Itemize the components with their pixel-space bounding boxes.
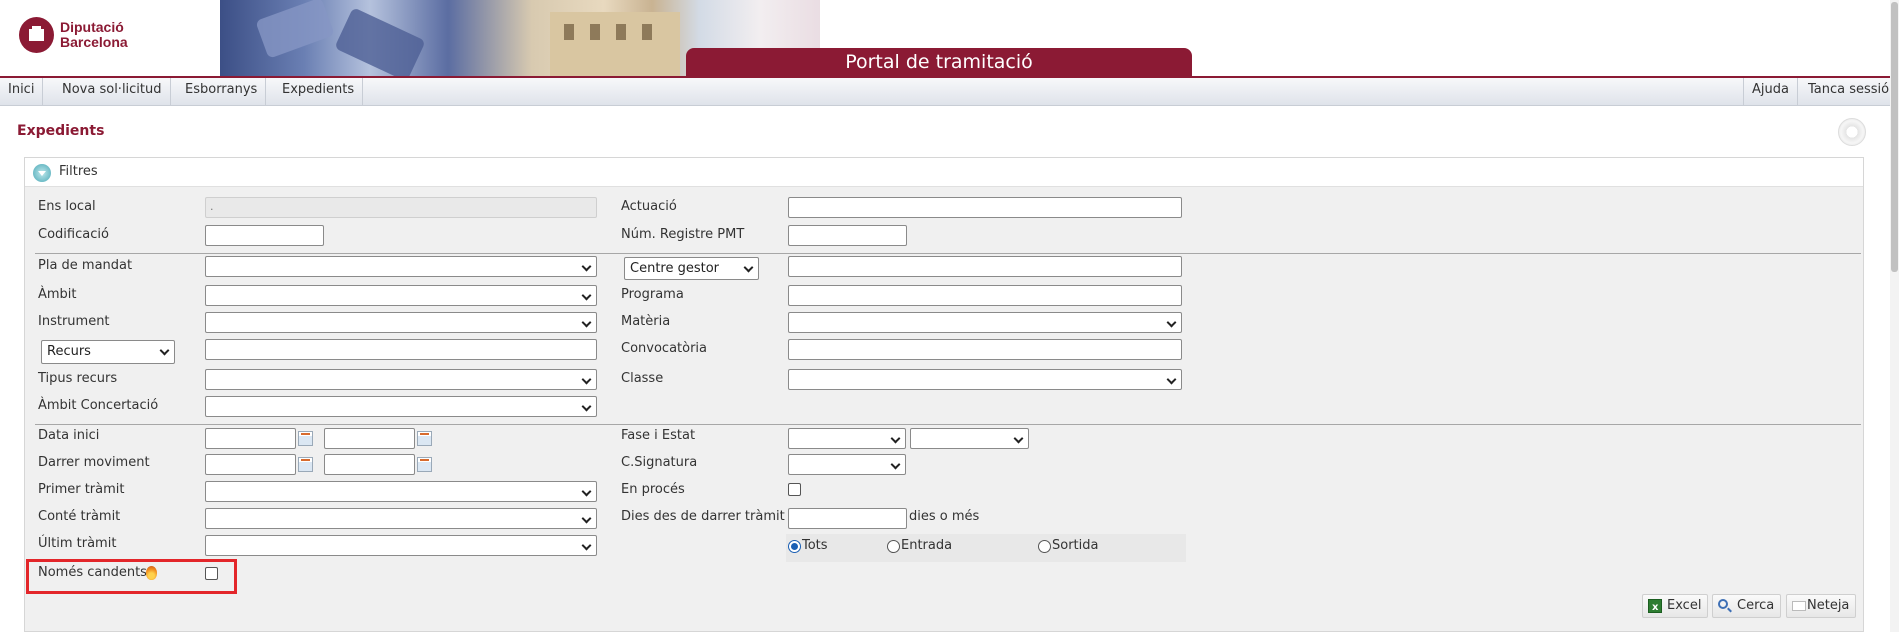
- ambit-concertacio-select[interactable]: [205, 396, 597, 417]
- label-en-proces: En procés: [621, 482, 685, 497]
- logo-line1: Diputació: [60, 19, 124, 35]
- label-pla-mandat: Pla de mandat: [38, 258, 133, 273]
- label-ambit: Àmbit: [38, 287, 77, 302]
- diputacio-emblem-icon: [19, 17, 54, 53]
- primer-tramit-select[interactable]: [205, 481, 597, 502]
- label-conte-tramit: Conté tràmit: [38, 509, 121, 524]
- portal-title: Portal de tramitació: [686, 48, 1192, 77]
- vertical-scrollbar[interactable]: [1890, 0, 1899, 632]
- filters-panel: Filtres Ens local . Codificació Actuació…: [24, 157, 1864, 632]
- centre-gestor-input[interactable]: [788, 256, 1182, 277]
- estat-select[interactable]: [910, 428, 1029, 449]
- menu-item-expedients[interactable]: Expedients: [273, 78, 364, 106]
- cerca-button[interactable]: Cerca: [1712, 594, 1782, 618]
- label-ultim-tramit: Últim tràmit: [38, 536, 117, 551]
- label-primer-tramit: Primer tràmit: [38, 482, 125, 497]
- label-classe: Classe: [621, 371, 664, 386]
- main-menu: Inici Nova sol·licitud Esborranys Expedi…: [0, 78, 1899, 106]
- darrer-moviment-from-input[interactable]: [205, 454, 296, 475]
- conte-tramit-select[interactable]: [205, 508, 597, 529]
- filters-title: Filtres: [59, 164, 98, 179]
- label-fase-estat: Fase i Estat: [621, 428, 696, 443]
- menu-item-tanca-sessio[interactable]: Tanca sessió: [1800, 78, 1897, 106]
- pla-mandat-select[interactable]: [205, 256, 597, 277]
- collapse-toggle-icon[interactable]: [33, 164, 51, 182]
- radio-entrada[interactable]: [887, 540, 900, 553]
- actuacio-input[interactable]: [788, 197, 1182, 218]
- menu-item-inici[interactable]: Inici: [0, 78, 44, 106]
- classe-select[interactable]: [788, 369, 1182, 390]
- filters-header[interactable]: Filtres: [25, 158, 1863, 187]
- calendar-icon[interactable]: [298, 457, 313, 472]
- label-data-inici: Data inici: [38, 428, 100, 443]
- menu-item-ajuda[interactable]: Ajuda: [1743, 78, 1798, 106]
- calendar-icon[interactable]: [298, 431, 313, 446]
- page-title: Expedients: [17, 123, 105, 139]
- label-ens-local: Ens local: [38, 199, 96, 214]
- neteja-button-label: Neteja: [1807, 598, 1850, 613]
- label-actuacio: Actuació: [621, 199, 677, 214]
- diputacio-logo[interactable]: Diputació Barcelona: [19, 17, 128, 53]
- nomes-candents-checkbox[interactable]: [205, 567, 218, 580]
- section-divider: [35, 424, 1861, 425]
- c-signatura-select[interactable]: [788, 454, 906, 475]
- num-registre-input[interactable]: [788, 225, 907, 246]
- label-convocatoria: Convocatòria: [621, 341, 708, 356]
- search-icon: [1718, 599, 1728, 609]
- centre-gestor-select[interactable]: Centre gestor: [624, 257, 759, 280]
- flame-icon: [146, 566, 157, 580]
- label-programa: Programa: [621, 287, 684, 302]
- excel-icon: [1648, 597, 1662, 619]
- direction-radio-group: [786, 534, 1186, 562]
- cerca-button-label: Cerca: [1737, 598, 1775, 613]
- radio-sortida[interactable]: [1038, 540, 1051, 553]
- recurs-type-select[interactable]: Recurs: [41, 340, 175, 364]
- codificacio-input[interactable]: [205, 225, 324, 246]
- ambit-select[interactable]: [205, 285, 597, 306]
- radio-tots[interactable]: [788, 540, 801, 553]
- label-num-registre: Núm. Registre PMT: [621, 227, 745, 242]
- menu-item-esborranys[interactable]: Esborranys: [174, 78, 267, 106]
- en-proces-checkbox[interactable]: [788, 483, 801, 496]
- dies-darrer-tramit-input[interactable]: [788, 508, 907, 529]
- excel-button-label: Excel: [1667, 598, 1702, 613]
- tipus-recurs-select[interactable]: [205, 369, 597, 390]
- label-sortida: Sortida: [1052, 538, 1099, 553]
- data-inici-to-input[interactable]: [324, 428, 415, 449]
- ens-local-field: .: [205, 197, 597, 218]
- recurs-input[interactable]: [205, 339, 597, 360]
- neteja-button[interactable]: Neteja: [1786, 594, 1857, 618]
- label-codificacio: Codificació: [38, 227, 109, 242]
- label-ambit-concertacio: Àmbit Concertació: [38, 398, 159, 413]
- menu-item-nova-sollicitud[interactable]: Nova sol·licitud: [54, 78, 171, 106]
- label-nomes-candents: Només candents: [38, 565, 147, 580]
- logo-line2: Barcelona: [60, 34, 128, 50]
- label-instrument: Instrument: [38, 314, 110, 329]
- label-c-signatura: C.Signatura: [621, 455, 698, 470]
- ultim-tramit-select[interactable]: [205, 535, 597, 556]
- label-entrada: Entrada: [901, 538, 953, 553]
- scrollbar-thumb[interactable]: [1891, 2, 1898, 272]
- page-header: Diputació Barcelona Portal de tramitació: [0, 0, 1899, 78]
- label-tots: Tots: [802, 538, 828, 553]
- calendar-icon[interactable]: [417, 431, 432, 446]
- materia-select[interactable]: [788, 312, 1182, 333]
- loading-indicator-icon: [1838, 118, 1866, 146]
- label-materia: Matèria: [621, 314, 671, 329]
- convocatoria-input[interactable]: [788, 339, 1182, 360]
- excel-button[interactable]: Excel: [1642, 594, 1709, 619]
- clear-icon: [1792, 601, 1806, 611]
- label-tipus-recurs: Tipus recurs: [38, 371, 118, 386]
- instrument-select[interactable]: [205, 312, 597, 333]
- data-inici-from-input[interactable]: [205, 428, 296, 449]
- label-dies-o-mes: dies o més: [909, 509, 980, 524]
- fase-select[interactable]: [788, 428, 906, 449]
- darrer-moviment-to-input[interactable]: [324, 454, 415, 475]
- calendar-icon[interactable]: [417, 457, 432, 472]
- label-darrer-moviment: Darrer moviment: [38, 455, 150, 470]
- programa-input[interactable]: [788, 285, 1182, 306]
- label-dies-darrer-tramit: Dies des de darrer tràmit: [621, 509, 785, 524]
- section-divider: [35, 253, 1861, 254]
